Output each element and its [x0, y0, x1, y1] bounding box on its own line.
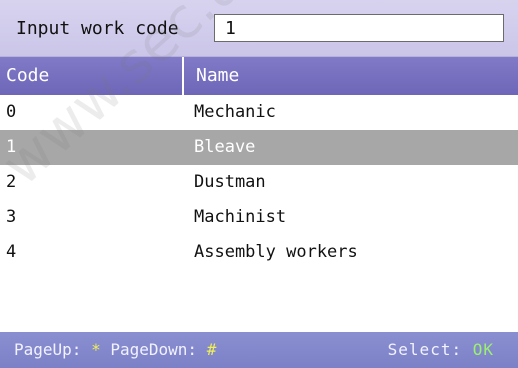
- paging-hint: PageUp: * PageDown: #: [14, 332, 216, 368]
- footer-bar: PageUp: * PageDown: # Select: OK: [0, 332, 518, 368]
- row-name: Machinist: [194, 207, 287, 227]
- column-header-name: Name: [196, 65, 240, 86]
- pagedown-label: PageDown:: [110, 340, 198, 359]
- table-row[interactable]: 0 Mechanic: [0, 95, 518, 130]
- row-name: Mechanic: [194, 102, 276, 122]
- table-header: Code Name: [0, 57, 518, 95]
- work-code-input[interactable]: [214, 14, 504, 42]
- row-name: Assembly workers: [194, 242, 358, 262]
- column-header-code: Code: [0, 57, 184, 95]
- select-label: Select:: [387, 340, 463, 359]
- table-row[interactable]: 4 Assembly workers: [0, 235, 518, 270]
- select-ok-key[interactable]: OK: [473, 340, 494, 359]
- table-row[interactable]: 3 Machinist: [0, 200, 518, 235]
- row-code: 1: [6, 137, 17, 157]
- input-label: Input work code: [16, 18, 179, 39]
- pagedown-key[interactable]: #: [207, 340, 217, 359]
- select-hint: Select: OK: [388, 332, 494, 368]
- pageup-key[interactable]: *: [91, 340, 101, 359]
- pageup-label: PageUp:: [14, 340, 82, 359]
- input-bar: Input work code: [0, 0, 518, 57]
- row-code: 4: [6, 242, 17, 262]
- row-name: Bleave: [194, 137, 256, 157]
- row-code: 0: [6, 102, 17, 122]
- work-code-list: 0 Mechanic 1 Bleave 2 Dustman 3 Machinis…: [0, 95, 518, 270]
- row-code: 2: [6, 172, 17, 192]
- table-row-selected[interactable]: 1 Bleave: [0, 130, 518, 165]
- row-name: Dustman: [194, 172, 266, 192]
- work-code-screen: Input work code Code Name 0 Mechanic 1 B…: [0, 0, 518, 368]
- row-code: 3: [6, 207, 17, 227]
- table-row[interactable]: 2 Dustman: [0, 165, 518, 200]
